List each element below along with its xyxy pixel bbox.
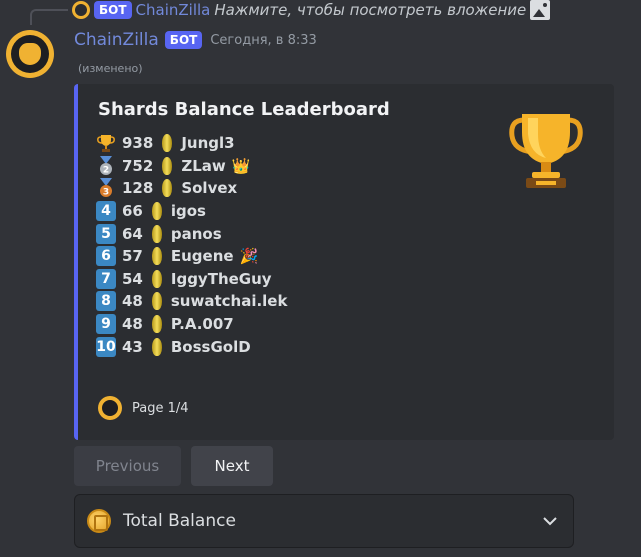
medal-bronze-icon: 3 — [100, 178, 112, 198]
player-name: ZLaw — [181, 156, 226, 175]
medal-silver-icon: 2 — [100, 155, 112, 175]
shard-icon — [151, 247, 162, 266]
shard-icon — [151, 224, 162, 243]
leaderboard-row: 938 Jungl3 — [96, 132, 287, 155]
reply-connector — [30, 9, 68, 25]
shard-icon — [151, 202, 162, 221]
timestamp: Сегодня, в 8:33 — [210, 32, 317, 48]
reply-text[interactable]: Нажмите, чтобы посмотреть вложение — [214, 1, 526, 19]
bot-tag: БОТ — [164, 31, 203, 49]
rank-badge: 6 — [96, 246, 116, 267]
rank-badge: 9 — [96, 314, 116, 335]
leaderboard-row: 4 66 igos — [96, 200, 287, 223]
previous-button[interactable]: Previous — [74, 446, 181, 486]
shard-value: 57 — [122, 247, 143, 266]
shard-icon — [162, 156, 173, 175]
rank-badge: 4 — [96, 201, 116, 222]
leaderboard-row: 10 43 BossGolD — [96, 335, 287, 358]
leaderboard-row: 9 48 P.A.007 — [96, 313, 287, 336]
message-header: ChainZilla БОТ Сегодня, в 8:33 — [74, 29, 317, 51]
reply-avatar[interactable] — [72, 1, 90, 19]
next-button[interactable]: Next — [191, 446, 273, 486]
rank-badge: 7 — [96, 268, 116, 289]
player-name: BossGolD — [170, 337, 251, 356]
rank-badge: 5 — [96, 223, 116, 244]
player-name: IggyTheGuy — [170, 269, 272, 288]
author-name[interactable]: ChainZilla — [74, 30, 159, 50]
coin-icon — [87, 509, 111, 533]
shard-icon — [151, 337, 162, 356]
leaderboard-row: 3 128 Solvex — [96, 177, 287, 200]
svg-text:2: 2 — [103, 165, 109, 175]
player-name: P.A.007 — [170, 315, 234, 334]
shard-value: 48 — [122, 315, 143, 334]
player-name: igos — [170, 202, 206, 221]
leaderboard-list: 938 Jungl3 2 752 ZLaw 👑 3 128 Solvex 4 66 igos 5 64 pa… — [96, 132, 287, 358]
leaderboard-row: 8 48 suwatchai.lek — [96, 290, 287, 313]
shard-value: 938 — [122, 134, 154, 153]
footer-avatar — [98, 396, 122, 420]
reply-preview[interactable]: БОТ ChainZilla Нажмите, чтобы посмотреть… — [72, 0, 551, 20]
embed-title: Shards Balance Leaderboard — [98, 99, 390, 120]
select-value: Total Balance — [123, 511, 236, 531]
leaderboard-row: 2 752 ZLaw 👑 — [96, 155, 287, 178]
rank-badge: 8 — [96, 291, 116, 312]
shard-value: 752 — [122, 156, 154, 175]
leaderboard-row: 7 54 IggyTheGuy — [96, 268, 287, 291]
author-avatar[interactable] — [6, 30, 54, 78]
image-icon — [530, 0, 551, 20]
player-name: suwatchai.lek — [170, 292, 288, 311]
shard-value: 48 — [122, 292, 143, 311]
leaderboard-row: 5 64 panos — [96, 222, 287, 245]
balance-select[interactable]: Total Balance — [74, 494, 574, 548]
shard-icon — [162, 134, 173, 153]
shard-value: 54 — [122, 269, 143, 288]
player-name: panos — [170, 224, 222, 243]
player-name: Solvex — [181, 179, 238, 198]
trophy-icon — [97, 135, 115, 153]
shard-value: 43 — [122, 337, 143, 356]
shard-value: 64 — [122, 224, 143, 243]
trophy-icon — [509, 114, 583, 188]
rank-badge: 10 — [96, 336, 116, 357]
leaderboard-row: 6 57 Eugene 🎉 — [96, 245, 287, 268]
player-name: Jungl3 — [181, 134, 235, 153]
decoration-emoji: 👑 — [231, 156, 251, 175]
shard-icon — [162, 179, 173, 198]
shard-value: 66 — [122, 202, 143, 221]
player-name: Eugene — [170, 247, 234, 266]
reply-author[interactable]: ChainZilla — [136, 1, 211, 19]
shard-icon — [151, 269, 162, 288]
decoration-emoji: 🎉 — [239, 247, 259, 266]
page-indicator: Page 1/4 — [132, 400, 189, 416]
reply-bot-tag: БОТ — [94, 1, 132, 19]
edited-label: (изменено) — [78, 62, 143, 75]
shard-icon — [151, 292, 162, 311]
svg-text:3: 3 — [103, 188, 109, 198]
embed-footer: Page 1/4 — [98, 396, 189, 420]
shard-icon — [151, 315, 162, 334]
leaderboard-embed: Shards Balance Leaderboard 938 Jungl3 2 752… — [74, 84, 614, 440]
chevron-down-icon[interactable] — [541, 512, 559, 530]
shard-value: 128 — [122, 179, 154, 198]
